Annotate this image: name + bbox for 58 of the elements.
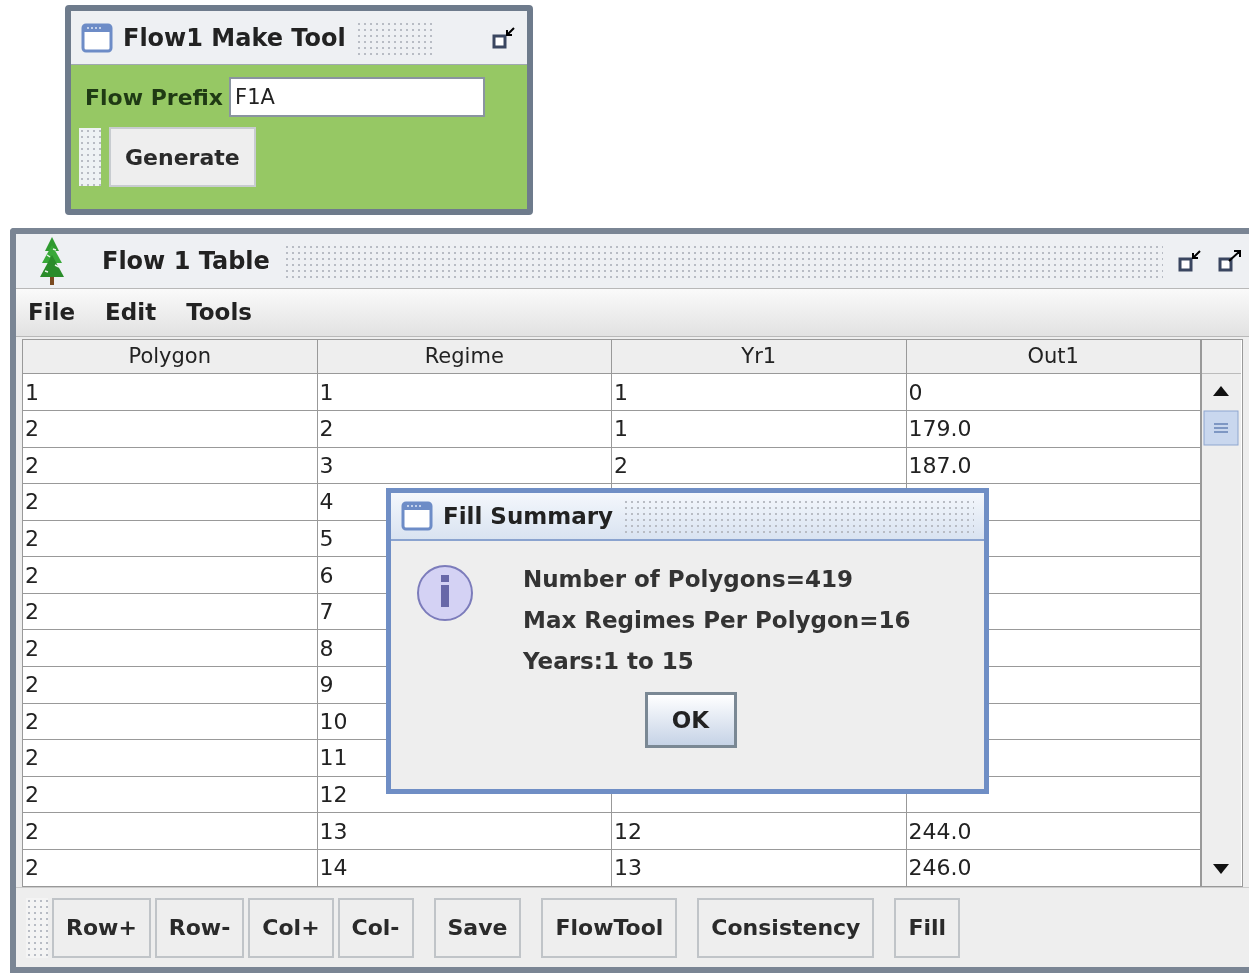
window-icon: [81, 22, 113, 53]
toolbar-button[interactable]: Save: [433, 897, 522, 958]
table-cell: 1: [612, 411, 907, 448]
table-cell: 179.0: [906, 411, 1201, 448]
table-cell: 14: [317, 849, 612, 887]
table-cell: 2: [612, 447, 907, 485]
toolbar-button[interactable]: Row-: [154, 897, 245, 958]
menu-item[interactable]: File: [28, 295, 76, 330]
table-cell: 3: [317, 447, 612, 485]
scroll-bar[interactable]: [1201, 340, 1241, 887]
table-cell: 13: [317, 813, 612, 850]
minimize-icon[interactable]: [491, 24, 517, 51]
menu-item[interactable]: Tools: [186, 295, 252, 330]
info-icon: [415, 563, 475, 623]
table-cell: 1: [317, 374, 612, 411]
scroll-thumb[interactable]: [1202, 410, 1240, 447]
table-cell: 2: [23, 520, 318, 558]
table-cell: 2: [23, 703, 318, 741]
table-cell: 2: [317, 411, 612, 448]
table-cell: 1: [612, 374, 907, 411]
generate-button[interactable]: Generate: [109, 127, 256, 187]
table-cell: 244.0: [906, 813, 1201, 850]
toolbar-grip: [79, 128, 101, 186]
maximize-icon[interactable]: [1217, 247, 1243, 274]
column-header[interactable]: Regime: [317, 340, 612, 375]
field-label: Flow Prefix: [85, 83, 224, 112]
column-header[interactable]: Yr1: [612, 340, 907, 375]
menu-item[interactable]: Edit: [105, 295, 157, 330]
window-title: Flow 1 Table: [102, 245, 270, 277]
toolbar-grip: [26, 897, 48, 958]
table-cell: 2: [23, 667, 318, 704]
column-header[interactable]: Out1: [906, 340, 1201, 375]
window-icon: [401, 501, 433, 531]
toolbar-button[interactable]: Col+: [248, 897, 334, 958]
table-cell: 2: [23, 557, 318, 594]
toolbar-button[interactable]: Row+: [52, 897, 151, 958]
table-cell: 2: [23, 776, 318, 814]
table-cell: 12: [612, 813, 907, 850]
toolbar-button[interactable]: FlowTool: [541, 897, 678, 958]
table-cell: 2: [23, 849, 318, 887]
table-cell: 2: [23, 593, 318, 631]
table-cell: 2: [23, 740, 318, 777]
window-title: Flow1 Make Tool: [123, 22, 346, 54]
table-cell: 2: [23, 484, 318, 521]
table-cell: 246.0: [906, 849, 1201, 887]
column-header[interactable]: Polygon: [23, 340, 318, 375]
table-cell: 13: [612, 849, 907, 887]
table-cell: 1: [23, 374, 318, 411]
table-cell: 2: [23, 447, 318, 485]
toolbar-button[interactable]: Fill: [894, 897, 961, 958]
toolbar-button[interactable]: Col-: [337, 897, 414, 958]
table-cell: 2: [23, 813, 318, 850]
flow-prefix-field[interactable]: F1A: [229, 77, 486, 117]
toolbar-button[interactable]: Consistency: [697, 897, 875, 958]
table-cell: 2: [23, 411, 318, 448]
minimize-icon[interactable]: [1177, 247, 1203, 274]
table-cell: 2: [23, 630, 318, 668]
ok-button[interactable]: OK: [644, 692, 737, 748]
